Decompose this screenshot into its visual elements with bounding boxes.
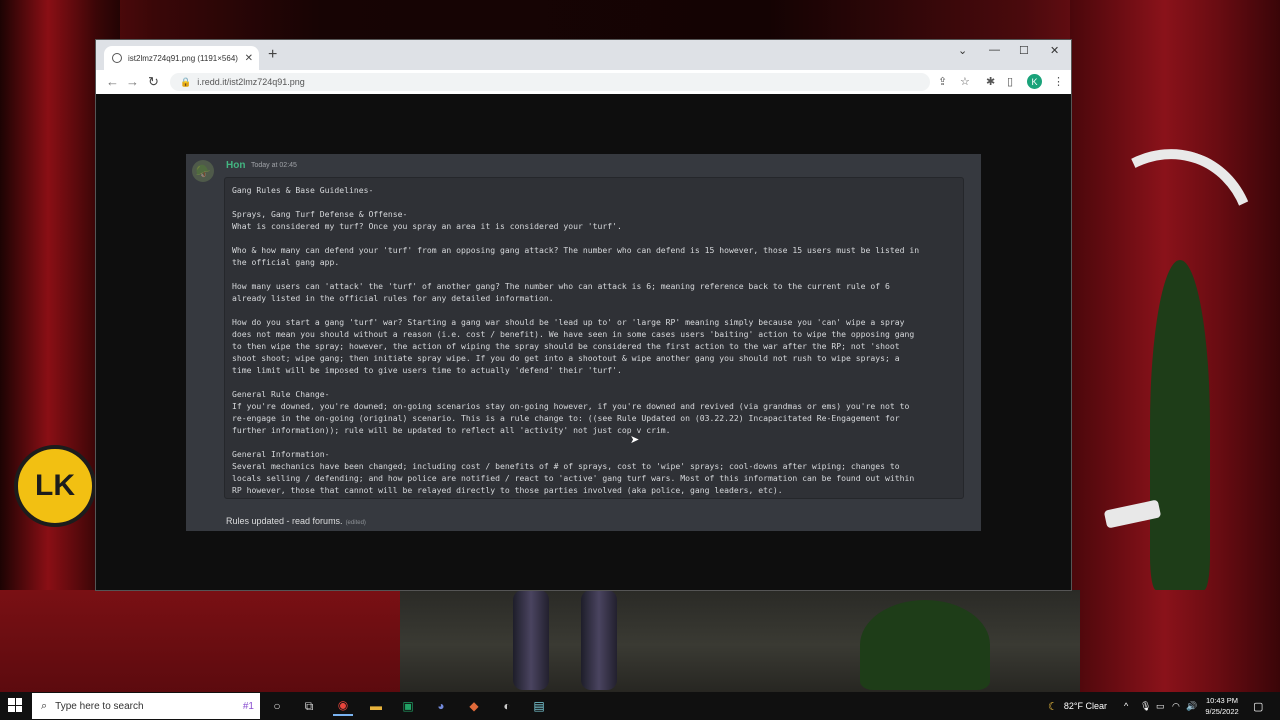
weather-widget[interactable]: ☾ 82°F Clear — [1048, 692, 1107, 720]
tab-bar: ist2lmz724q91.png (1191×564) ✕ + ⌄ — ☐ ✕ — [96, 40, 1071, 70]
clock-date: 9/25/2022 — [1205, 707, 1239, 716]
logo-text: LK — [35, 469, 75, 502]
discord-message-image: 🪖 Hon Today at 02:45 Gang Rules & Base G… — [186, 154, 981, 531]
image-viewport: 🪖 Hon Today at 02:45 Gang Rules & Base G… — [96, 94, 1071, 590]
message-footer: Rules updated - read forums. (edited) — [226, 516, 366, 526]
url-text: i.redd.it/ist2lmz724q91.png — [197, 77, 305, 87]
wifi-icon[interactable]: ◠ — [1172, 692, 1180, 720]
plus-icon[interactable]: + — [268, 46, 277, 64]
chevron-down-icon[interactable]: ⌄ — [958, 44, 967, 57]
reload-icon[interactable]: ↻ — [148, 74, 159, 90]
carpet — [0, 590, 400, 700]
character-legs — [505, 590, 625, 690]
edited-tag: (edited) — [345, 520, 366, 526]
browser-tab[interactable]: ist2lmz724q91.png (1191×564) ✕ — [104, 46, 259, 70]
search-placeholder: Type here to search — [55, 700, 144, 712]
message-timestamp: Today at 02:45 — [251, 162, 297, 169]
maximize-icon[interactable]: ☐ — [1019, 44, 1029, 57]
star-icon[interactable]: ☆ — [960, 75, 970, 88]
menu-icon[interactable]: ⋮ — [1053, 75, 1064, 88]
message-author: Hon — [226, 160, 246, 171]
chevron-up-icon[interactable]: ^ — [1124, 692, 1128, 720]
close-window-icon[interactable]: ✕ — [1050, 44, 1059, 57]
search-highlight-icon: #1 — [242, 700, 254, 712]
folder-icon[interactable]: ▬ — [366, 696, 386, 716]
discord-icon[interactable]: ◕ — [431, 696, 451, 716]
footer-text: Rules updated - read forums. — [226, 516, 343, 526]
chrome-icon[interactable]: ◉ — [333, 696, 353, 716]
task-view-icon[interactable]: ⧉ — [299, 696, 319, 716]
forward-icon[interactable]: → — [126, 74, 139, 89]
taskbar: ⌕ Type here to search #1 ○ ⧉ ◉ ▬ ▣ ◕ ◆ ◐… — [0, 692, 1280, 720]
address-bar[interactable]: 🔒 i.redd.it/ist2lmz724q91.png — [170, 73, 930, 91]
browser-toolbar: ← → ↻ 🔒 i.redd.it/ist2lmz724q91.png ⇪ ☆ … — [96, 70, 1071, 95]
browser-window: ist2lmz724q91.png (1191×564) ✕ + ⌄ — ☐ ✕… — [96, 40, 1071, 590]
extensions-icon[interactable]: ✱ — [986, 75, 995, 88]
minimize-icon[interactable]: — — [989, 44, 1000, 56]
user-avatar: 🪖 — [192, 160, 214, 182]
lock-icon[interactable]: 🔒 — [180, 77, 191, 88]
share-icon[interactable]: ⇪ — [938, 75, 947, 88]
globe-icon — [112, 53, 122, 63]
streamer-logo: LK — [14, 445, 96, 527]
app-icon[interactable]: ◆ — [464, 696, 484, 716]
profile-avatar[interactable]: K — [1027, 74, 1042, 89]
excel-icon[interactable]: ▣ — [398, 696, 418, 716]
back-icon[interactable]: ← — [106, 74, 119, 89]
code-block: Gang Rules & Base Guidelines- Sprays, Ga… — [224, 177, 964, 499]
game-icon[interactable]: ◐ — [497, 696, 517, 716]
search-icon: ⌕ — [41, 699, 48, 712]
windows-icon[interactable] — [8, 698, 22, 712]
weather-text: 82°F Clear — [1063, 701, 1107, 711]
mouse-cursor: ➤ — [630, 434, 640, 446]
moon-icon: ☾ — [1048, 700, 1058, 713]
plant — [860, 600, 990, 690]
microphone-icon[interactable]: 🎙 — [1140, 692, 1151, 720]
taskbar-search[interactable]: ⌕ Type here to search #1 — [32, 693, 260, 719]
clock-time: 10:43 PM — [1205, 696, 1239, 705]
cortana-icon[interactable]: ○ — [267, 696, 287, 716]
system-clock[interactable]: 10:43 PM 9/25/2022 — [1196, 695, 1248, 717]
notification-icon[interactable]: ▢ — [1253, 692, 1263, 720]
network-icon[interactable]: ▭ — [1156, 692, 1165, 720]
sidebar-icon[interactable]: ▯ — [1007, 75, 1013, 88]
tab-title: ist2lmz724q91.png (1191×564) — [128, 53, 238, 63]
close-icon[interactable]: ✕ — [245, 53, 253, 64]
notepad-icon[interactable]: ▤ — [529, 696, 549, 716]
